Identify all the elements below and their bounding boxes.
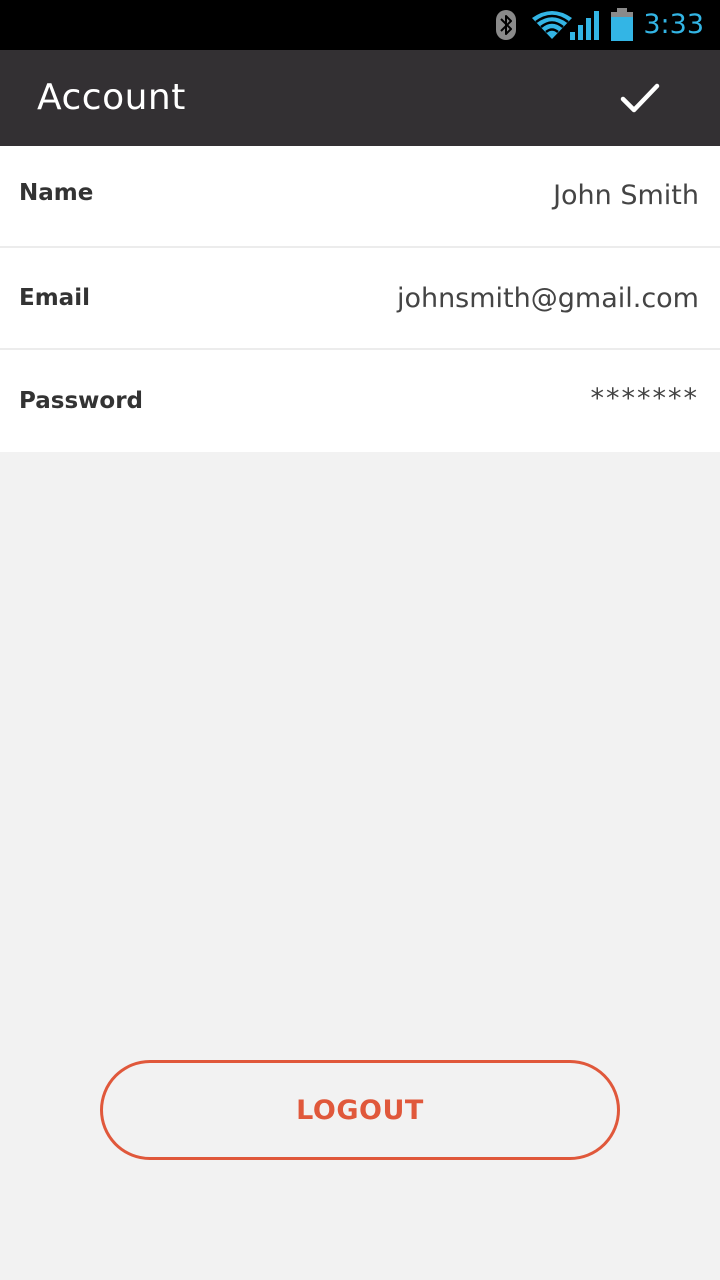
checkmark-icon — [620, 83, 660, 113]
password-value: ******* — [590, 382, 699, 414]
password-label: Password — [19, 388, 143, 414]
wifi-icon — [532, 11, 572, 39]
password-row[interactable]: Password ******* — [0, 350, 720, 452]
signal-icon — [570, 11, 599, 40]
name-row[interactable]: Name John Smith — [0, 146, 720, 248]
email-row[interactable]: Email johnsmith@gmail.com — [0, 248, 720, 350]
email-label: Email — [19, 285, 90, 311]
page-title: Account — [37, 77, 186, 118]
account-fields-list: Name John Smith Email johnsmith@gmail.co… — [0, 146, 720, 452]
app-bar: Account — [0, 50, 720, 146]
name-label: Name — [19, 180, 94, 206]
bluetooth-icon — [496, 10, 516, 40]
name-value: John Smith — [553, 179, 699, 211]
logout-button[interactable]: LOGOUT — [100, 1060, 620, 1160]
email-value: johnsmith@gmail.com — [396, 282, 699, 314]
status-bar: 3:33 — [0, 0, 720, 50]
status-time: 3:33 — [643, 9, 704, 40]
confirm-button[interactable] — [608, 66, 672, 130]
battery-icon — [611, 8, 633, 41]
